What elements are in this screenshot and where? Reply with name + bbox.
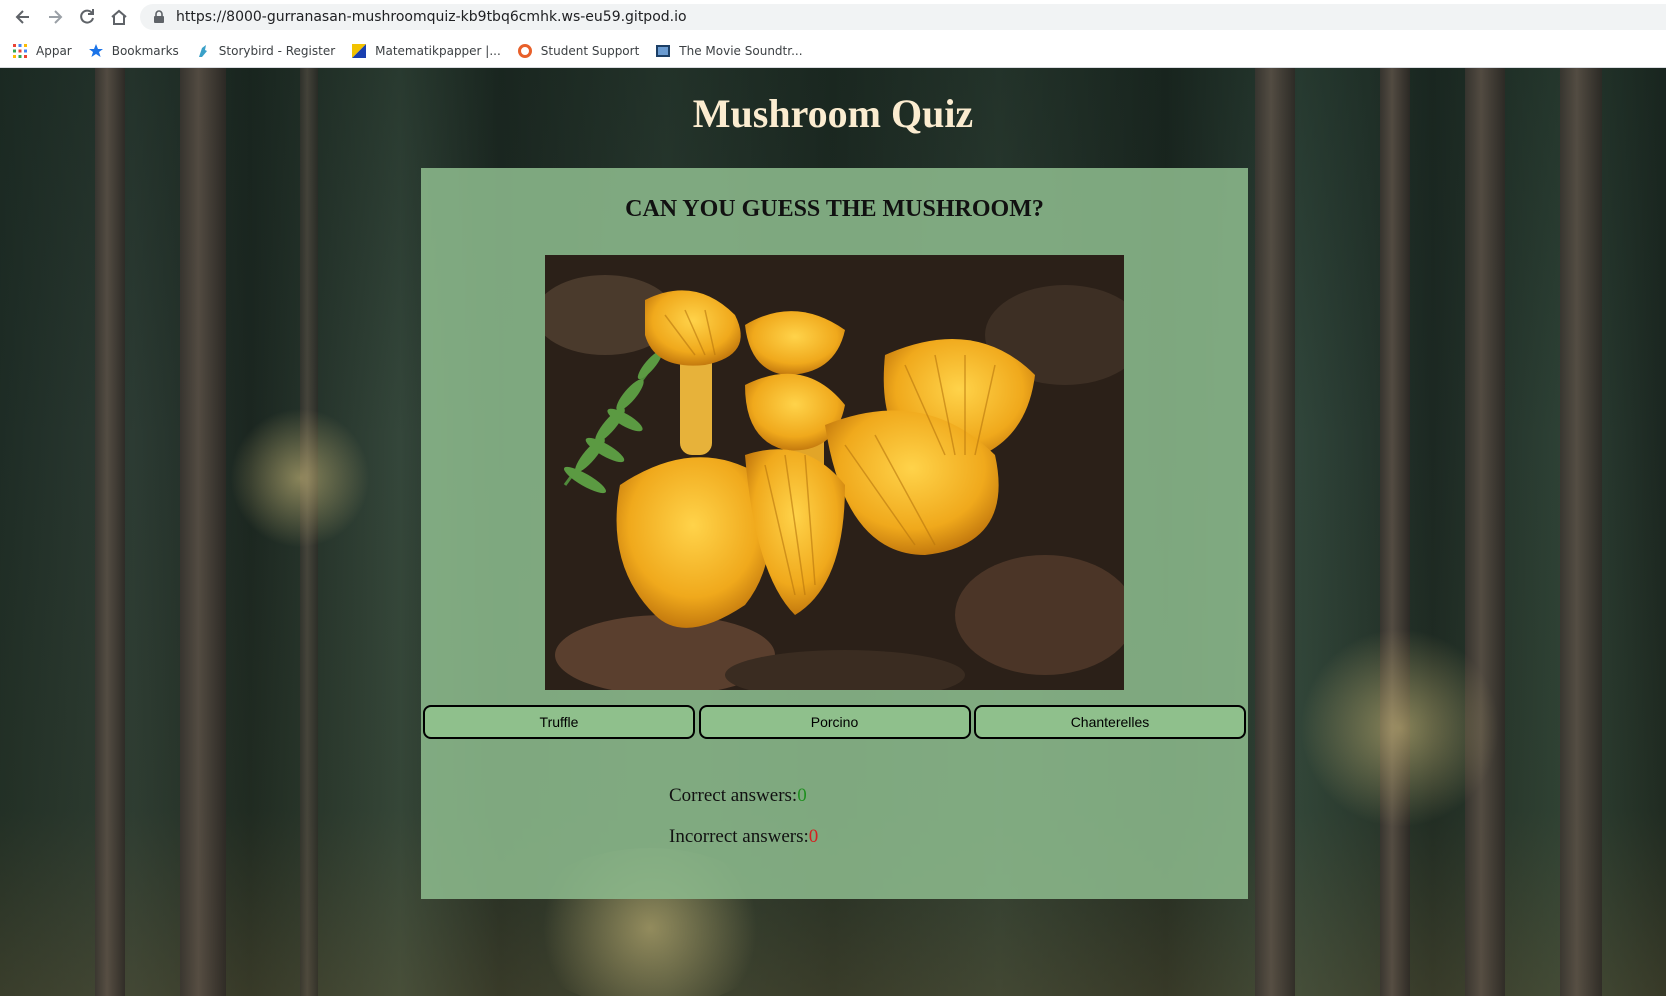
bookmark-label: Bookmarks (111, 43, 179, 58)
incorrect-label: Incorrect answers: (669, 826, 809, 847)
quiz-container: CAN YOU GUESS THE MUSHROOM? Truffle Porc… (421, 168, 1248, 899)
address-bar[interactable]: https://8000-gurranasan-mushroomquiz-kb9… (140, 4, 1666, 30)
light-spot (1300, 628, 1500, 828)
home-button[interactable] (104, 2, 134, 32)
back-button[interactable] (8, 2, 38, 32)
answer-chanterelles-button[interactable]: Chanterelles (974, 705, 1246, 739)
bookmark-storybird[interactable]: Storybird - Register (195, 43, 335, 59)
answer-porcino-button[interactable]: Porcino (698, 705, 971, 739)
incorrect-value: 0 (808, 826, 819, 847)
mushroom-image (545, 255, 1124, 690)
bookmark-label: Student Support (540, 43, 640, 58)
question-heading: CAN YOU GUESS THE MUSHROOM? (625, 196, 1044, 222)
tree-trunk (1560, 68, 1602, 996)
bookmark-student-support[interactable]: Student Support (517, 43, 640, 59)
tree-trunk (95, 68, 125, 996)
correct-value: 0 (797, 785, 807, 806)
storybird-icon (195, 43, 211, 59)
bookmark-label: Storybird - Register (218, 43, 336, 58)
bookmark-label: Matematikpapper |... (375, 43, 501, 58)
tree-trunk (1465, 68, 1505, 996)
tree-trunk (180, 68, 226, 996)
page-title: Mushroom Quiz (692, 91, 974, 136)
bookmark-bookmarks[interactable]: Bookmarks (88, 43, 179, 59)
bookmark-label: The Movie Soundtr... (679, 43, 803, 58)
answer-truffle-button[interactable]: Truffle (423, 705, 695, 739)
bookmark-appar[interactable]: Appar (12, 43, 72, 59)
ring-icon (517, 43, 533, 59)
reload-button[interactable] (72, 2, 102, 32)
correct-label: Correct answers: (669, 785, 798, 806)
tree-trunk (1380, 68, 1410, 996)
tree-trunk (1255, 68, 1295, 996)
correct-score: Correct answers:0 (669, 785, 807, 807)
bookmark-label: Appar (36, 43, 72, 58)
film-icon (655, 43, 671, 59)
url-text: https://8000-gurranasan-mushroomquiz-kb9… (176, 9, 687, 25)
back-arrow-icon (15, 10, 29, 24)
reload-icon (80, 9, 94, 24)
answer-buttons: Truffle Porcino Chanterelles (423, 705, 1246, 739)
incorrect-score: Incorrect answers:0 (669, 826, 818, 848)
apps-grid-icon (12, 43, 28, 59)
lock-icon (154, 10, 164, 23)
bookmarks-bar: Appar Bookmarks Storybird - Register Mat… (0, 34, 1666, 68)
page-background: Mushroom Quiz CAN YOU GUESS THE MUSHROOM… (0, 68, 1666, 996)
browser-toolbar: https://8000-gurranasan-mushroomquiz-kb9… (0, 0, 1666, 34)
bookmark-movie-soundtrack[interactable]: The Movie Soundtr... (655, 43, 803, 59)
forward-arrow-icon (49, 10, 63, 24)
star-icon (88, 43, 104, 59)
light-spot (230, 408, 370, 548)
forward-button[interactable] (40, 2, 70, 32)
home-icon (111, 9, 127, 25)
bookmark-matematik[interactable]: Matematikpapper |... (351, 43, 501, 59)
matematik-icon (351, 43, 367, 59)
